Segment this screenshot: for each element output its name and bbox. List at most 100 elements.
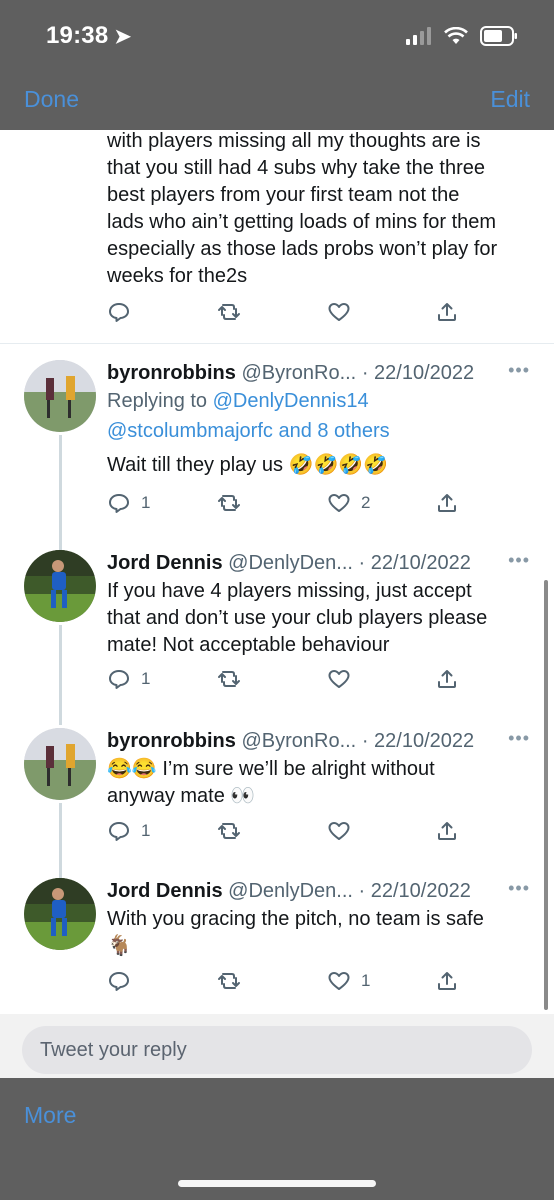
home-indicator[interactable] xyxy=(178,1180,376,1187)
tweet-body: Jord Dennis @DenlyDen... · 22/10/2022 Wi… xyxy=(107,878,537,960)
avatar[interactable] xyxy=(24,360,96,432)
retweet-button[interactable] xyxy=(217,667,241,691)
user-handle[interactable]: @DenlyDen... xyxy=(228,552,353,574)
nav-bar: Done Edit xyxy=(0,78,554,130)
tweet-text: With you gracing the pitch, no team is s… xyxy=(107,906,537,960)
like-count: 1 xyxy=(361,971,371,990)
mention-others-link[interactable]: @stcolumbmajorfc and 8 others xyxy=(107,416,537,446)
more-options-icon[interactable]: ••• xyxy=(508,728,530,749)
retweet-icon xyxy=(218,304,240,320)
tweet-date: · 22/10/2022 xyxy=(361,362,475,384)
share-icon xyxy=(438,670,456,688)
display-name[interactable]: Jord Dennis xyxy=(107,552,223,574)
share-icon xyxy=(438,494,456,512)
tweet-thread[interactable]: with players missing all my thoughts are… xyxy=(0,130,554,1014)
done-button[interactable]: Done xyxy=(24,86,79,113)
reply-button[interactable] xyxy=(107,300,131,324)
like-button[interactable] xyxy=(327,819,351,843)
display-name[interactable]: Jord Dennis xyxy=(107,880,223,902)
reply-icon xyxy=(109,822,129,841)
tweet-body: byronrobbins @ByronRo... · 22/10/2022 Re… xyxy=(107,360,537,479)
share-button[interactable] xyxy=(435,969,459,993)
retweet-button[interactable] xyxy=(217,300,241,324)
heart-icon xyxy=(328,494,350,512)
reply-count: 1 xyxy=(141,669,151,688)
thread-connector xyxy=(59,803,62,879)
tweet-actions xyxy=(107,300,467,328)
tweet-text: If you have 4 players missing, just acce… xyxy=(107,578,537,659)
tweet-text-line: weeks for the2s xyxy=(107,265,248,287)
scrollbar[interactable] xyxy=(544,580,548,1010)
retweet-icon xyxy=(218,671,240,687)
tweet-text-line: 🐐 xyxy=(107,935,132,957)
avatar-photo xyxy=(24,360,96,432)
reply-button[interactable]: 1 xyxy=(107,819,150,843)
avatar-photo xyxy=(24,550,96,622)
share-button[interactable] xyxy=(435,819,459,843)
share-icon xyxy=(438,303,456,321)
reply-icon xyxy=(109,972,129,991)
retweet-button[interactable] xyxy=(217,969,241,993)
tweet-divider xyxy=(0,343,554,344)
like-button[interactable] xyxy=(327,300,351,324)
status-bar: 19:38 ➤ xyxy=(0,0,554,78)
tweet-date: · 22/10/2022 xyxy=(361,730,475,752)
share-button[interactable] xyxy=(435,491,459,515)
more-options-icon[interactable]: ••• xyxy=(508,878,530,899)
display-name[interactable]: byronrobbins xyxy=(107,730,236,752)
tweet-actions: 1 xyxy=(107,667,467,695)
retweet-button[interactable] xyxy=(217,819,241,843)
more-options-icon[interactable]: ••• xyxy=(508,550,530,571)
tweet-text-line: If you have 4 players missing, just acce… xyxy=(107,580,472,602)
tweet-actions: 1 2 xyxy=(107,491,467,519)
avatar-photo xyxy=(24,728,96,800)
tweet-date: · 22/10/2022 xyxy=(358,880,471,902)
tweet-text-line: With you gracing the pitch, no team is s… xyxy=(107,908,484,930)
tweet-reply-input[interactable] xyxy=(22,1026,532,1074)
tweet-text-line: 😂😂 I’m sure we’ll be alright without xyxy=(107,758,435,780)
retweet-icon xyxy=(218,823,240,839)
edit-button[interactable]: Edit xyxy=(490,86,530,113)
like-button[interactable]: 1 xyxy=(327,969,370,993)
avatar[interactable] xyxy=(24,550,96,622)
location-arrow-icon: ➤ xyxy=(114,26,132,48)
thread-connector xyxy=(59,625,62,725)
tweet-header: byronrobbins @ByronRo... · 22/10/2022 xyxy=(107,728,537,754)
tweet-actions: 1 xyxy=(107,969,467,997)
user-handle[interactable]: @DenlyDen... xyxy=(228,880,353,902)
retweet-button[interactable] xyxy=(217,491,241,515)
display-name[interactable]: byronrobbins xyxy=(107,362,236,384)
heart-icon xyxy=(328,303,350,321)
retweet-icon xyxy=(218,495,240,511)
more-options-icon[interactable]: ••• xyxy=(508,360,530,381)
retweet-icon xyxy=(218,973,240,989)
cellular-signal-icon xyxy=(406,27,431,45)
tweet-header: Jord Dennis @DenlyDen... · 22/10/2022 xyxy=(107,878,537,904)
share-button[interactable] xyxy=(435,300,459,324)
tweet-body: byronrobbins @ByronRo... · 22/10/2022 😂😂… xyxy=(107,728,537,810)
reply-button[interactable]: 1 xyxy=(107,491,150,515)
avatar[interactable] xyxy=(24,728,96,800)
user-handle[interactable]: @ByronRo... xyxy=(241,730,356,752)
share-button[interactable] xyxy=(435,667,459,691)
like-button[interactable] xyxy=(327,667,351,691)
heart-icon xyxy=(328,822,350,840)
reply-icon xyxy=(109,670,129,689)
replying-to-label: Replying to xyxy=(107,390,208,412)
like-button[interactable]: 2 xyxy=(327,491,370,515)
like-count: 2 xyxy=(361,493,371,512)
reply-button[interactable]: 1 xyxy=(107,667,150,691)
share-icon xyxy=(438,972,456,990)
reply-bar xyxy=(0,1014,554,1078)
more-button[interactable]: More xyxy=(24,1102,76,1129)
avatar[interactable] xyxy=(24,878,96,950)
tweet-header: byronrobbins @ByronRo... · 22/10/2022 xyxy=(107,360,537,386)
reply-button[interactable] xyxy=(107,969,141,993)
tweet-text: with players missing all my thoughts are… xyxy=(107,130,537,290)
tweet-text-line: that you still had 4 subs why take the t… xyxy=(107,157,485,179)
user-handle[interactable]: @ByronRo... xyxy=(241,362,356,384)
heart-icon xyxy=(328,972,350,990)
mention-link[interactable]: @DenlyDennis14 xyxy=(213,390,369,412)
battery-icon xyxy=(480,26,517,46)
status-icons xyxy=(406,26,518,46)
